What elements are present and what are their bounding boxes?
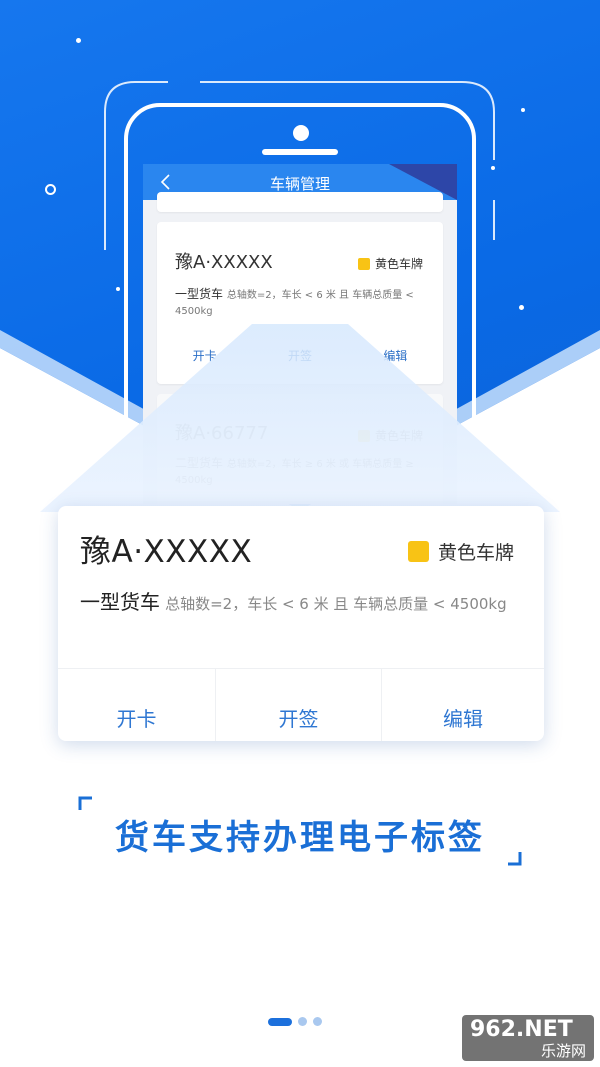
card-actions: 开卡 开签 编辑	[157, 336, 443, 376]
vehicle-type: 二型货车	[175, 456, 224, 470]
yellow-plate-icon	[357, 429, 370, 442]
phone-screen: 车辆管理 豫A·XXXXX 黄色车牌 一型货车 总轴数=2，车长 < 6 米 且…	[143, 164, 457, 504]
site-watermark: 962.NET 乐游网	[462, 1015, 594, 1061]
vehicle-type: 一型货车	[175, 287, 224, 301]
vehicle-card[interactable]: 豫A·XXXXX 黄色车牌 一型货车 总轴数=2，车长 < 6 米 且 车辆总质…	[157, 222, 443, 384]
card-actions: 开卡 开签 编辑	[58, 669, 544, 741]
watermark-name: 乐游网	[540, 1042, 586, 1060]
edit-button[interactable]: 编辑	[348, 336, 443, 376]
open-tag-button[interactable]: 开签	[216, 669, 381, 741]
open-tag-button[interactable]: 开签	[252, 336, 347, 376]
phone-camera	[293, 125, 309, 141]
page-dot-active[interactable]	[268, 1017, 292, 1026]
vehicle-spec: 总轴数=2，车长 < 6 米 且 车辆总质量 < 4500kg	[165, 595, 507, 613]
vehicle-description: 一型货车 总轴数=2，车长 < 6 米 且 车辆总质量 < 4500kg	[175, 287, 425, 319]
plate-color-label: 黄色车牌	[374, 429, 423, 443]
plate-color-label: 黄色车牌	[437, 542, 514, 564]
yellow-plate-icon	[357, 257, 370, 270]
plate-color-label: 黄色车牌	[374, 257, 423, 271]
plate-color-badge: 黄色车牌	[357, 255, 423, 272]
plate-number: 豫A·XXXXX	[175, 252, 273, 273]
yellow-plate-icon	[407, 541, 429, 562]
plate-color-badge: 黄色车牌	[407, 538, 514, 565]
vehicle-card-zoomed[interactable]: 豫A·XXXXX 黄色车牌 一型货车 总轴数=2，车长 < 6 米 且 车辆总质…	[58, 506, 544, 741]
bracket-bottom-right-icon	[508, 852, 522, 866]
plate-number: 豫A·66777	[175, 423, 269, 444]
plate-color-badge: 黄色车牌	[357, 427, 423, 444]
page-indicator	[268, 1017, 322, 1026]
vehicle-card[interactable]: 豫A·66777 黄色车牌 二型货车 总轴数=2，车长 ≥ 6 米 或 车辆总质…	[157, 394, 443, 504]
page-dot[interactable]	[313, 1017, 322, 1026]
edit-button[interactable]: 编辑	[382, 669, 544, 741]
open-card-button[interactable]: 开卡	[58, 669, 215, 741]
vehicle-description: 一型货车 总轴数=2，车长 < 6 米 且 车辆总质量 < 4500kg	[80, 592, 510, 615]
vehicle-type: 一型货车	[80, 590, 160, 614]
open-card-button[interactable]: 开卡	[157, 336, 252, 376]
plate-number: 豫A·XXXXX	[80, 534, 253, 570]
list-item-partial	[157, 192, 443, 212]
page-dot[interactable]	[298, 1017, 307, 1026]
vehicle-description: 二型货车 总轴数=2，车长 ≥ 6 米 或 车辆总质量 ≥ 4500kg	[175, 456, 425, 488]
phone-speaker	[262, 149, 338, 155]
watermark-logo: 962.NET	[470, 1017, 573, 1042]
screen-title: 车辆管理	[269, 175, 330, 193]
